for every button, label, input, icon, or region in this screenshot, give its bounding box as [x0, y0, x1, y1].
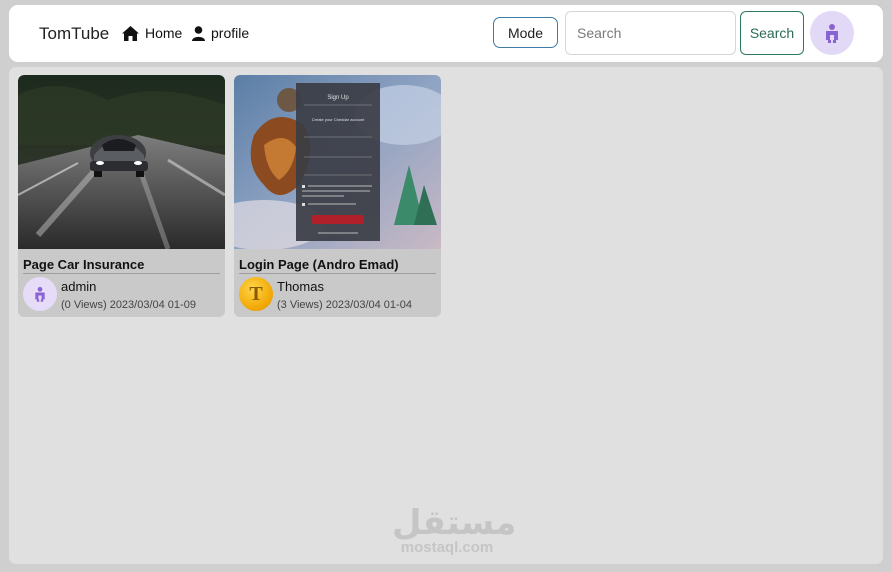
user-avatar-icon — [826, 24, 838, 43]
brand-logo[interactable]: TomTube — [39, 24, 109, 44]
video-grid: Page Car Insurance admin (0 Views) 2023/… — [9, 67, 883, 564]
user-icon — [192, 25, 205, 41]
video-title[interactable]: Page Car Insurance — [23, 257, 144, 272]
user-avatar-icon — [35, 287, 45, 302]
form-subtitle-text: Create your Cheddar account — [312, 117, 365, 122]
author-name[interactable]: Thomas — [277, 279, 324, 294]
video-thumbnail-login[interactable]: Sign Up Create your Cheddar account — [234, 75, 441, 249]
author-avatar[interactable]: T — [239, 277, 273, 311]
watermark-latin: mostaql.com — [400, 539, 494, 556]
video-meta: (0 Views) 2023/03/04 01-09 — [61, 299, 196, 311]
nav-profile-link[interactable]: profile — [192, 25, 249, 41]
video-thumbnail-car[interactable] — [18, 75, 225, 249]
video-meta: (3 Views) 2023/03/04 01-04 — [277, 299, 412, 311]
nav-home-link[interactable]: Home — [122, 25, 182, 41]
top-navbar: TomTube Home profile Mode Search — [9, 5, 883, 62]
card-divider — [23, 273, 220, 274]
watermark-arabic: مستقل — [392, 503, 517, 543]
watermark: مستقل mostaql.com — [392, 503, 517, 556]
video-title[interactable]: Login Page (Andro Emad) — [239, 257, 399, 272]
form-title-text: Sign Up — [327, 95, 349, 101]
home-icon — [122, 25, 139, 41]
video-card[interactable]: Sign Up Create your Cheddar account Logi… — [234, 75, 441, 317]
nav-home-label: Home — [145, 25, 183, 41]
search-button[interactable]: Search — [740, 11, 804, 55]
card-divider — [239, 273, 436, 274]
user-avatar[interactable] — [810, 11, 854, 55]
author-avatar-initial: T — [249, 282, 263, 305]
author-avatar[interactable] — [23, 277, 57, 311]
nav-profile-label: profile — [211, 25, 250, 41]
video-card[interactable]: Page Car Insurance admin (0 Views) 2023/… — [18, 75, 225, 317]
search-input[interactable] — [565, 11, 736, 55]
mode-toggle-button[interactable]: Mode — [493, 17, 558, 48]
author-name[interactable]: admin — [61, 279, 96, 294]
